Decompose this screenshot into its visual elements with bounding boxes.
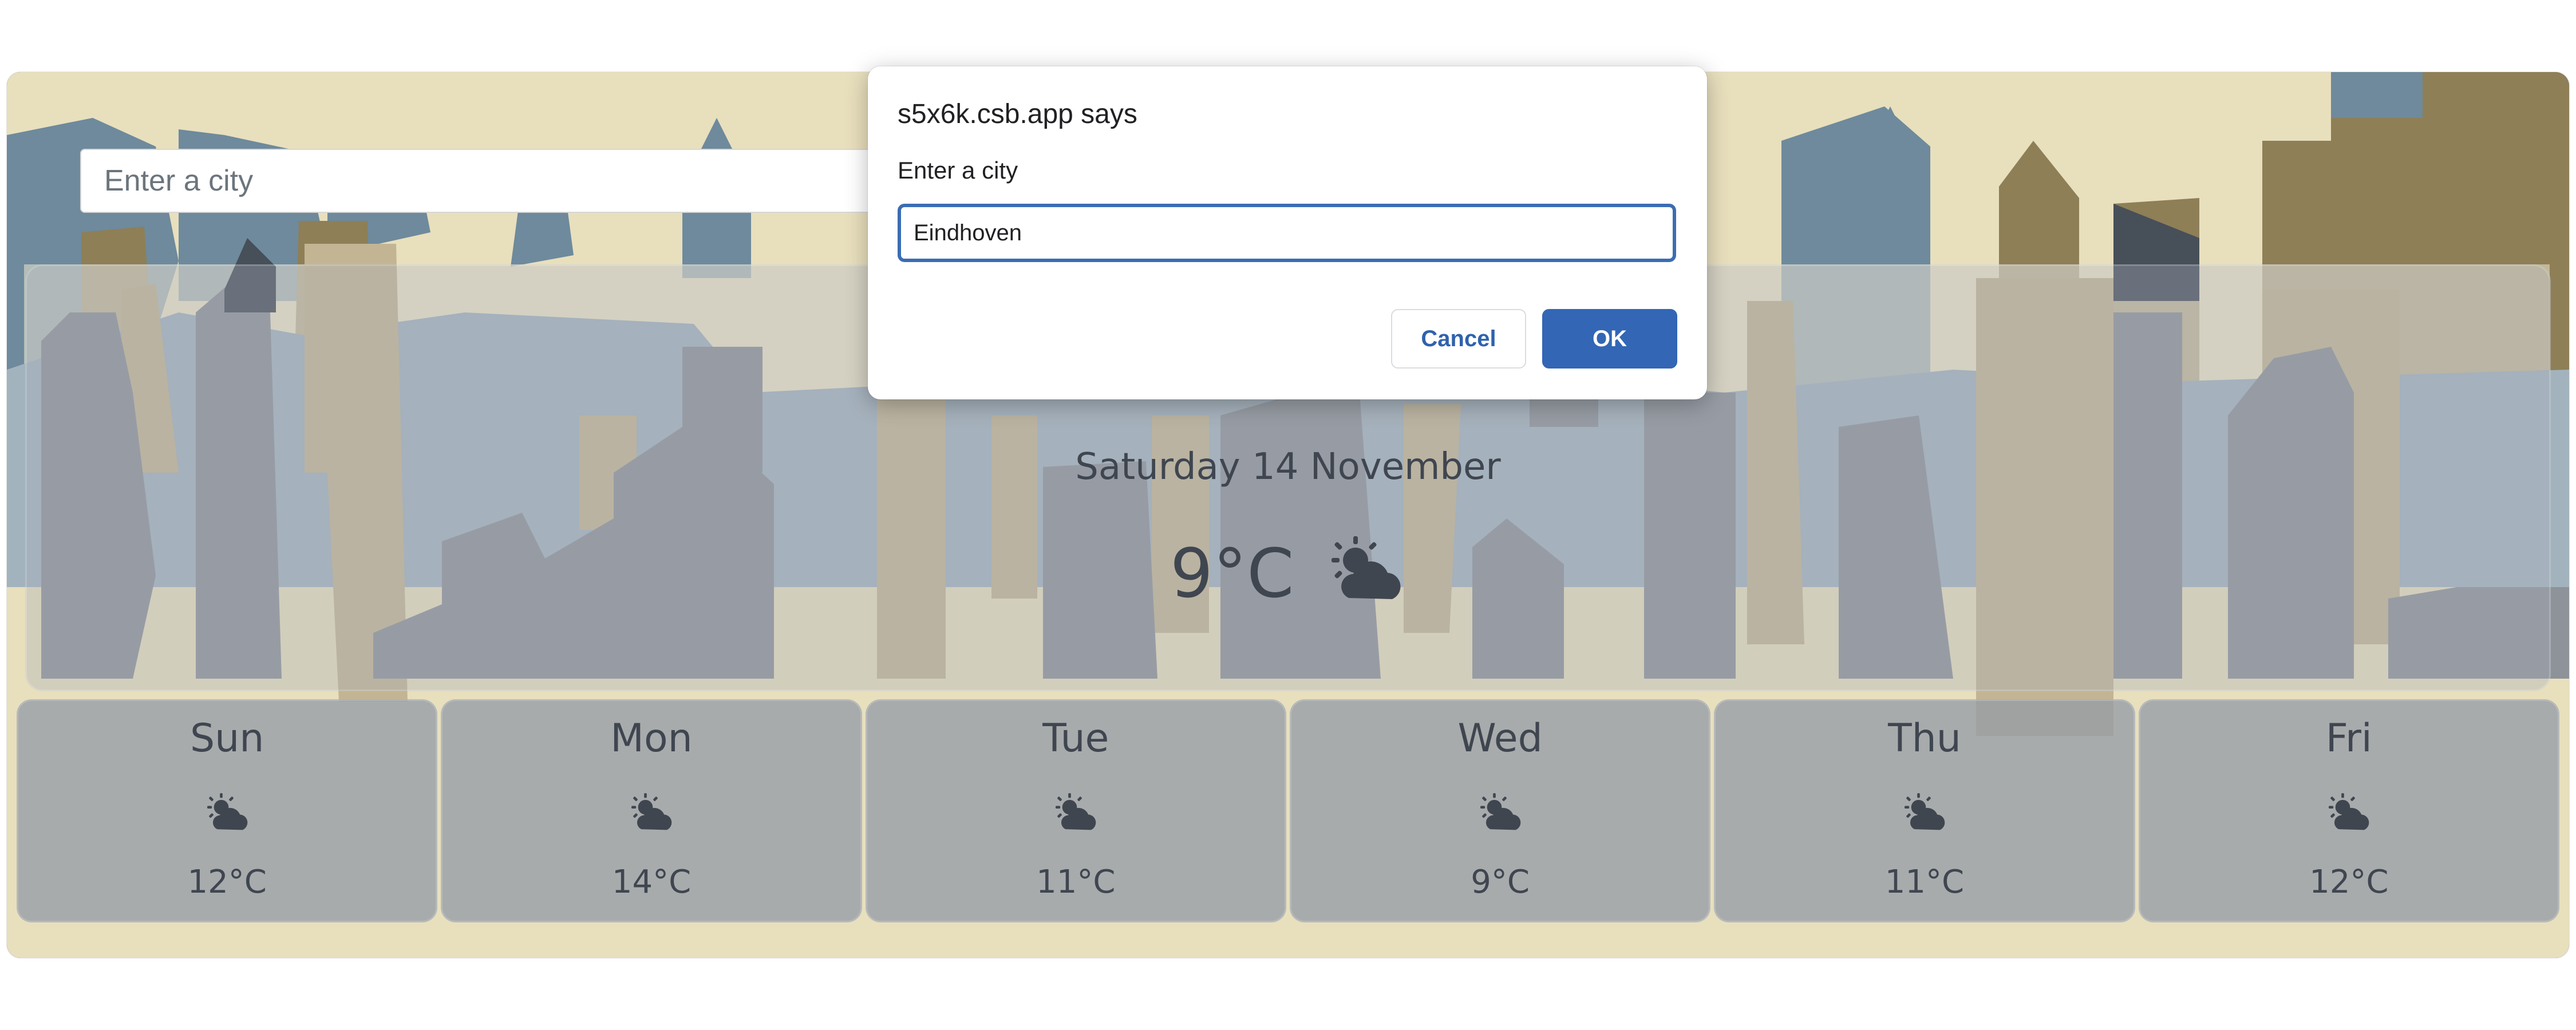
current-date: Saturday 14 November bbox=[1075, 446, 1501, 488]
forecast-card: Fri 12°C bbox=[2138, 699, 2559, 922]
current-temperature: 9°C bbox=[1170, 534, 1294, 613]
sun-behind-cloud-icon bbox=[1716, 793, 2133, 835]
forecast-row: Sun 12°C Mon 14°C Tue 11°C Wed 9°C Thu 1… bbox=[15, 699, 2561, 922]
sun-behind-cloud-icon bbox=[867, 793, 1285, 835]
ok-button[interactable]: OK bbox=[1542, 309, 1677, 369]
dialog-city-input[interactable] bbox=[898, 204, 1676, 262]
sun-behind-cloud-icon bbox=[18, 793, 436, 835]
sun-behind-cloud-icon bbox=[1326, 535, 1406, 614]
forecast-card: Sun 12°C bbox=[17, 699, 438, 922]
forecast-temp: 11°C bbox=[1036, 863, 1116, 901]
forecast-temp: 12°C bbox=[187, 863, 267, 901]
forecast-temp: 12°C bbox=[2309, 863, 2389, 901]
forecast-day: Mon bbox=[610, 716, 693, 761]
sun-behind-cloud-icon bbox=[1291, 793, 1709, 835]
dialog-title: s5x6k.csb.app says bbox=[898, 99, 1137, 129]
forecast-day: Thu bbox=[1888, 716, 1961, 761]
dialog-message: Enter a city bbox=[898, 157, 1018, 184]
forecast-card: Tue 11°C bbox=[865, 699, 1286, 922]
cancel-button[interactable]: Cancel bbox=[1391, 309, 1526, 369]
forecast-card: Wed 9°C bbox=[1289, 699, 1711, 922]
forecast-day: Wed bbox=[1457, 716, 1543, 761]
sun-behind-cloud-icon bbox=[2140, 793, 2558, 835]
current-temperature-row: 9°C bbox=[27, 535, 2549, 614]
forecast-temp: 9°C bbox=[1471, 863, 1530, 901]
forecast-temp: 14°C bbox=[611, 863, 692, 901]
forecast-temp: 11°C bbox=[1884, 863, 1965, 901]
forecast-card: Mon 14°C bbox=[441, 699, 862, 922]
forecast-day: Tue bbox=[1042, 716, 1109, 761]
prompt-dialog: s5x6k.csb.app says Enter a city Cancel O… bbox=[868, 66, 1707, 399]
city-search-input[interactable] bbox=[80, 149, 887, 213]
forecast-day: Sun bbox=[189, 716, 264, 761]
forecast-card: Thu 11°C bbox=[1714, 699, 2135, 922]
sun-behind-cloud-icon bbox=[442, 793, 860, 835]
forecast-day: Fri bbox=[2325, 716, 2372, 761]
